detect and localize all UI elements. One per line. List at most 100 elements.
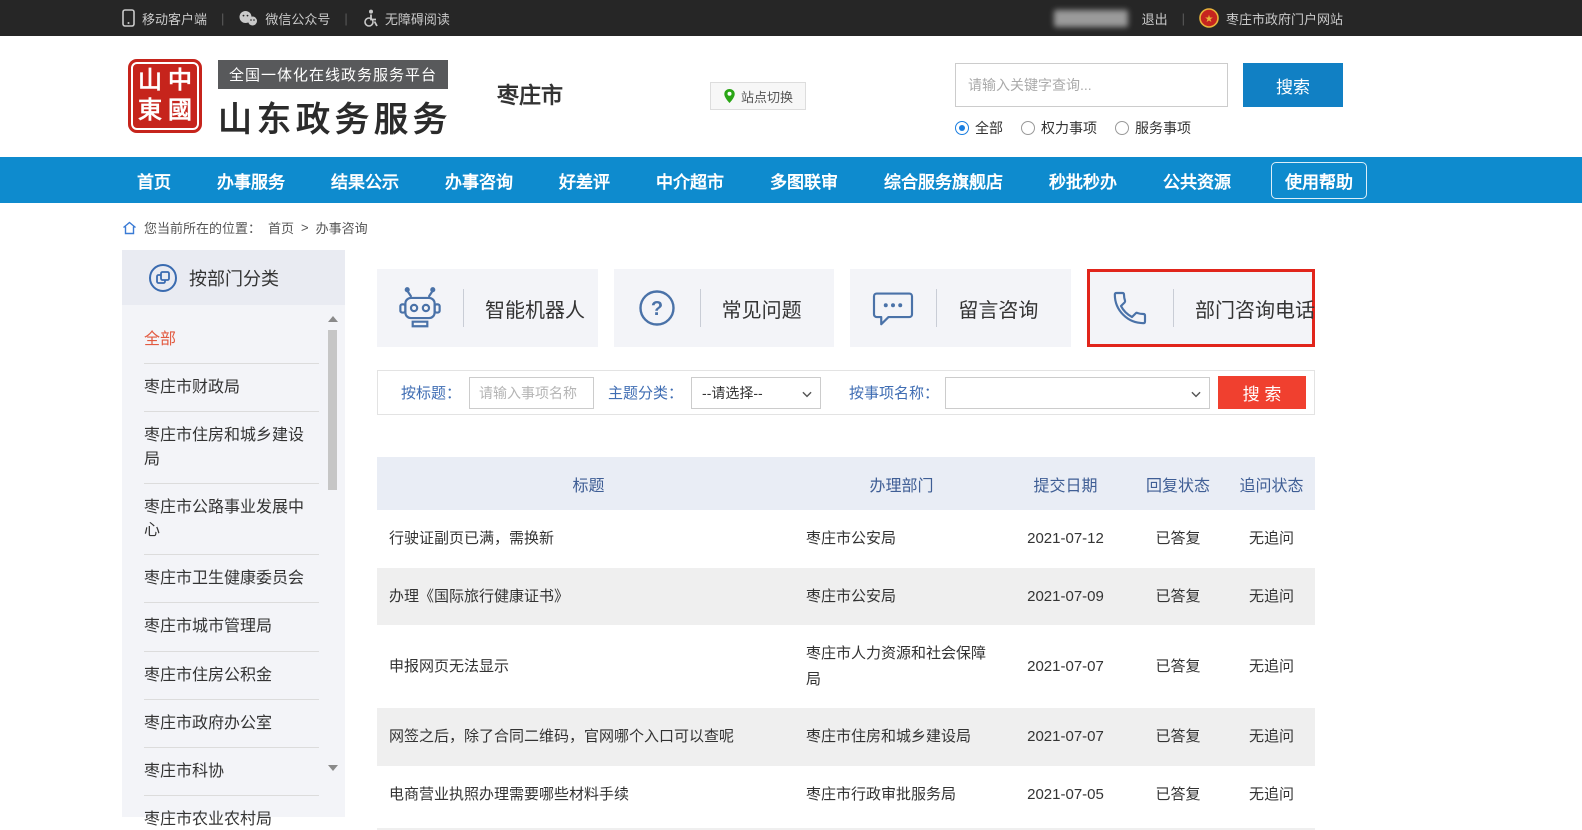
table-row[interactable]: 申报网页无法显示枣庄市人力资源和社会保障局2021-07-07已答复无追问 xyxy=(377,625,1315,708)
cell-title[interactable]: 办理《国际旅行健康证书》 xyxy=(377,568,800,626)
cell-title[interactable]: 申报网页无法显示 xyxy=(377,625,800,708)
sidebar-item[interactable]: 枣庄市公路事业发展中心 xyxy=(144,484,319,555)
sidebar-item[interactable]: 枣庄市科协 xyxy=(144,748,319,796)
topic-selected-value: --请选择-- xyxy=(702,383,763,403)
nav-item[interactable]: 秒批秒办 xyxy=(1049,168,1117,193)
breadcrumb-separator: > xyxy=(301,220,309,235)
nav-item[interactable]: 多图联审 xyxy=(770,168,838,193)
cell-title[interactable]: 网签之后，除了合同二维码，官网哪个入口可以查呢 xyxy=(377,708,800,766)
tab-department-phone[interactable]: 部门咨询电话 xyxy=(1087,269,1315,347)
site-switch-button[interactable]: 站点切换 xyxy=(710,82,806,110)
table-row[interactable]: 网签之后，除了合同二维码，官网哪个入口可以查呢枣庄市住房和城乡建设局2021-0… xyxy=(377,708,1315,766)
search-button[interactable]: 搜索 xyxy=(1243,63,1343,107)
main-content: 智能机器人?常见问题留言咨询部门咨询电话 按标题： 主题分类： --请选择-- … xyxy=(377,250,1315,830)
topic-select[interactable]: --请选择-- xyxy=(691,377,821,409)
nav-item[interactable]: 办事咨询 xyxy=(445,168,513,193)
nav-item[interactable]: 办事服务 xyxy=(217,168,285,193)
cell-date: 2021-07-09 xyxy=(1003,568,1128,626)
cell-followup_status: 无追问 xyxy=(1228,510,1315,568)
cell-followup_status: 无追问 xyxy=(1228,708,1315,766)
consult-table-body: 行驶证副页已满，需换新枣庄市公安局2021-07-12已答复无追问办理《国际旅行… xyxy=(377,510,1315,823)
main-nav-bar: 首页 办事服务 结果公示 办事咨询 好差评 中介超市 多图联审 综合服务旗舰店 秒批秒办 公共资源… xyxy=(0,157,1582,203)
topic-filter-label: 主题分类： xyxy=(608,382,683,403)
tab-smart-robot[interactable]: 智能机器人 xyxy=(377,269,598,347)
search-scope-radio[interactable]: 服务事项 xyxy=(1115,118,1191,138)
filter-search-button[interactable]: 搜 索 xyxy=(1218,376,1306,409)
title-filter-label: 按标题： xyxy=(401,382,461,403)
cell-date: 2021-07-12 xyxy=(1003,510,1128,568)
portal-site-label: 枣庄市政府门户网站 xyxy=(1226,9,1343,28)
mobile-client-link[interactable]: 移动客户端 xyxy=(122,9,207,28)
nav-item[interactable]: 结果公示 xyxy=(331,168,399,193)
topbar-right: 退出 | ★ 枣庄市政府门户网站 xyxy=(1054,8,1343,28)
table-row[interactable]: 办理《国际旅行健康证书》枣庄市公安局2021-07-09已答复无追问 xyxy=(377,568,1315,626)
item-select[interactable] xyxy=(945,377,1210,409)
nav-item[interactable]: 公共资源 xyxy=(1163,168,1231,193)
tab-label: 常见问题 xyxy=(722,294,802,323)
logout-link[interactable]: 退出 xyxy=(1142,9,1168,28)
header-search-area: 搜索 全部权力事项服务事项 xyxy=(955,63,1343,138)
cell-reply_status: 已答复 xyxy=(1128,708,1228,766)
sidebar-item[interactable]: 全部 xyxy=(144,316,319,364)
topbar-left: 移动客户端 | 微信公众号 | 无障碍阅读 xyxy=(122,9,450,28)
cell-date: 2021-07-07 xyxy=(1003,708,1128,766)
search-scope-radio[interactable]: 权力事项 xyxy=(1021,118,1097,138)
accessibility-icon xyxy=(362,9,378,27)
sidebar-item[interactable]: 枣庄市财政局 xyxy=(144,364,319,412)
sidebar-item[interactable]: 枣庄市住房和城乡建设局 xyxy=(144,412,319,483)
divider xyxy=(700,289,701,327)
nav-item[interactable]: 综合服务旗舰店 xyxy=(884,168,1003,193)
sidebar-item[interactable]: 枣庄市农业农村局 xyxy=(144,796,319,830)
divider: | xyxy=(1182,11,1185,26)
column-header: 追问状态 xyxy=(1228,457,1315,510)
nav-item[interactable]: 中介超市 xyxy=(656,168,724,193)
consult-tabs: 智能机器人?常见问题留言咨询部门咨询电话 xyxy=(377,269,1315,347)
accessibility-link[interactable]: 无障碍阅读 xyxy=(362,9,450,28)
radio-unchecked-icon xyxy=(1021,121,1035,135)
search-scope-radios: 全部权力事项服务事项 xyxy=(955,118,1343,138)
table-row[interactable]: 电商营业执照办理需要哪些材料手续枣庄市行政审批服务局2021-07-05已答复无… xyxy=(377,766,1315,824)
shandong-seal-logo: 山中東國 xyxy=(128,59,202,133)
seal-char: 東 xyxy=(135,96,165,126)
item-filter-label: 按事项名称： xyxy=(849,382,939,403)
table-row[interactable]: 行驶证副页已满，需换新枣庄市公安局2021-07-12已答复无追问 xyxy=(377,510,1315,568)
cell-followup_status: 无追问 xyxy=(1228,568,1315,626)
site-title: 山东政务服务 xyxy=(218,92,452,141)
sidebar-item[interactable]: 枣庄市卫生健康委员会 xyxy=(144,555,319,603)
title-filter-input[interactable] xyxy=(469,377,594,409)
chevron-down-icon xyxy=(800,387,814,401)
tab-message-consult[interactable]: 留言咨询 xyxy=(850,269,1071,347)
cell-followup_status: 无追问 xyxy=(1228,766,1315,824)
sidebar-item[interactable]: 枣庄市城市管理局 xyxy=(144,603,319,651)
site-header: 山中東國 全国一体化在线政务服务平台 山东政务服务 枣庄市 站点切换 搜索 全部… xyxy=(0,36,1582,157)
wechat-link[interactable]: 微信公众号 xyxy=(238,9,330,28)
scroll-down-arrow[interactable] xyxy=(328,765,338,771)
nav-item[interactable]: 好差评 xyxy=(559,168,610,193)
portal-site-link[interactable]: ★ 枣庄市政府门户网站 xyxy=(1199,8,1343,28)
cell-title[interactable]: 电商营业执照办理需要哪些材料手续 xyxy=(377,766,800,824)
national-emblem-icon: ★ xyxy=(1199,8,1219,28)
sidebar-title: 按部门分类 xyxy=(189,265,279,291)
message-icon xyxy=(850,289,936,327)
nav-item[interactable]: 使用帮助 xyxy=(1271,162,1367,199)
divider: | xyxy=(221,11,224,26)
cell-reply_status: 已答复 xyxy=(1128,625,1228,708)
scrollbar-thumb[interactable] xyxy=(328,330,337,490)
cell-title[interactable]: 行驶证副页已满，需换新 xyxy=(377,510,800,568)
keyword-search-input[interactable] xyxy=(955,63,1228,107)
sidebar-item[interactable]: 枣庄市住房公积金 xyxy=(144,652,319,700)
breadcrumb-home[interactable]: 首页 xyxy=(268,218,294,237)
sidebar-item[interactable]: 枣庄市政府办公室 xyxy=(144,700,319,748)
cell-reply_status: 已答复 xyxy=(1128,766,1228,824)
svg-text:★: ★ xyxy=(1205,14,1214,25)
nav-item[interactable]: 首页 xyxy=(137,168,171,193)
tab-faq[interactable]: ?常见问题 xyxy=(614,269,835,347)
search-scope-radio[interactable]: 全部 xyxy=(955,118,1003,138)
phone-icon xyxy=(1087,288,1173,328)
department-list: 全部枣庄市财政局枣庄市住房和城乡建设局枣庄市公路事业发展中心枣庄市卫生健康委员会… xyxy=(122,305,345,830)
divider xyxy=(463,289,464,327)
username-redacted xyxy=(1054,10,1128,27)
scroll-up-arrow[interactable] xyxy=(328,316,338,322)
city-name: 枣庄市 xyxy=(497,78,563,110)
logout-label: 退出 xyxy=(1142,9,1168,28)
